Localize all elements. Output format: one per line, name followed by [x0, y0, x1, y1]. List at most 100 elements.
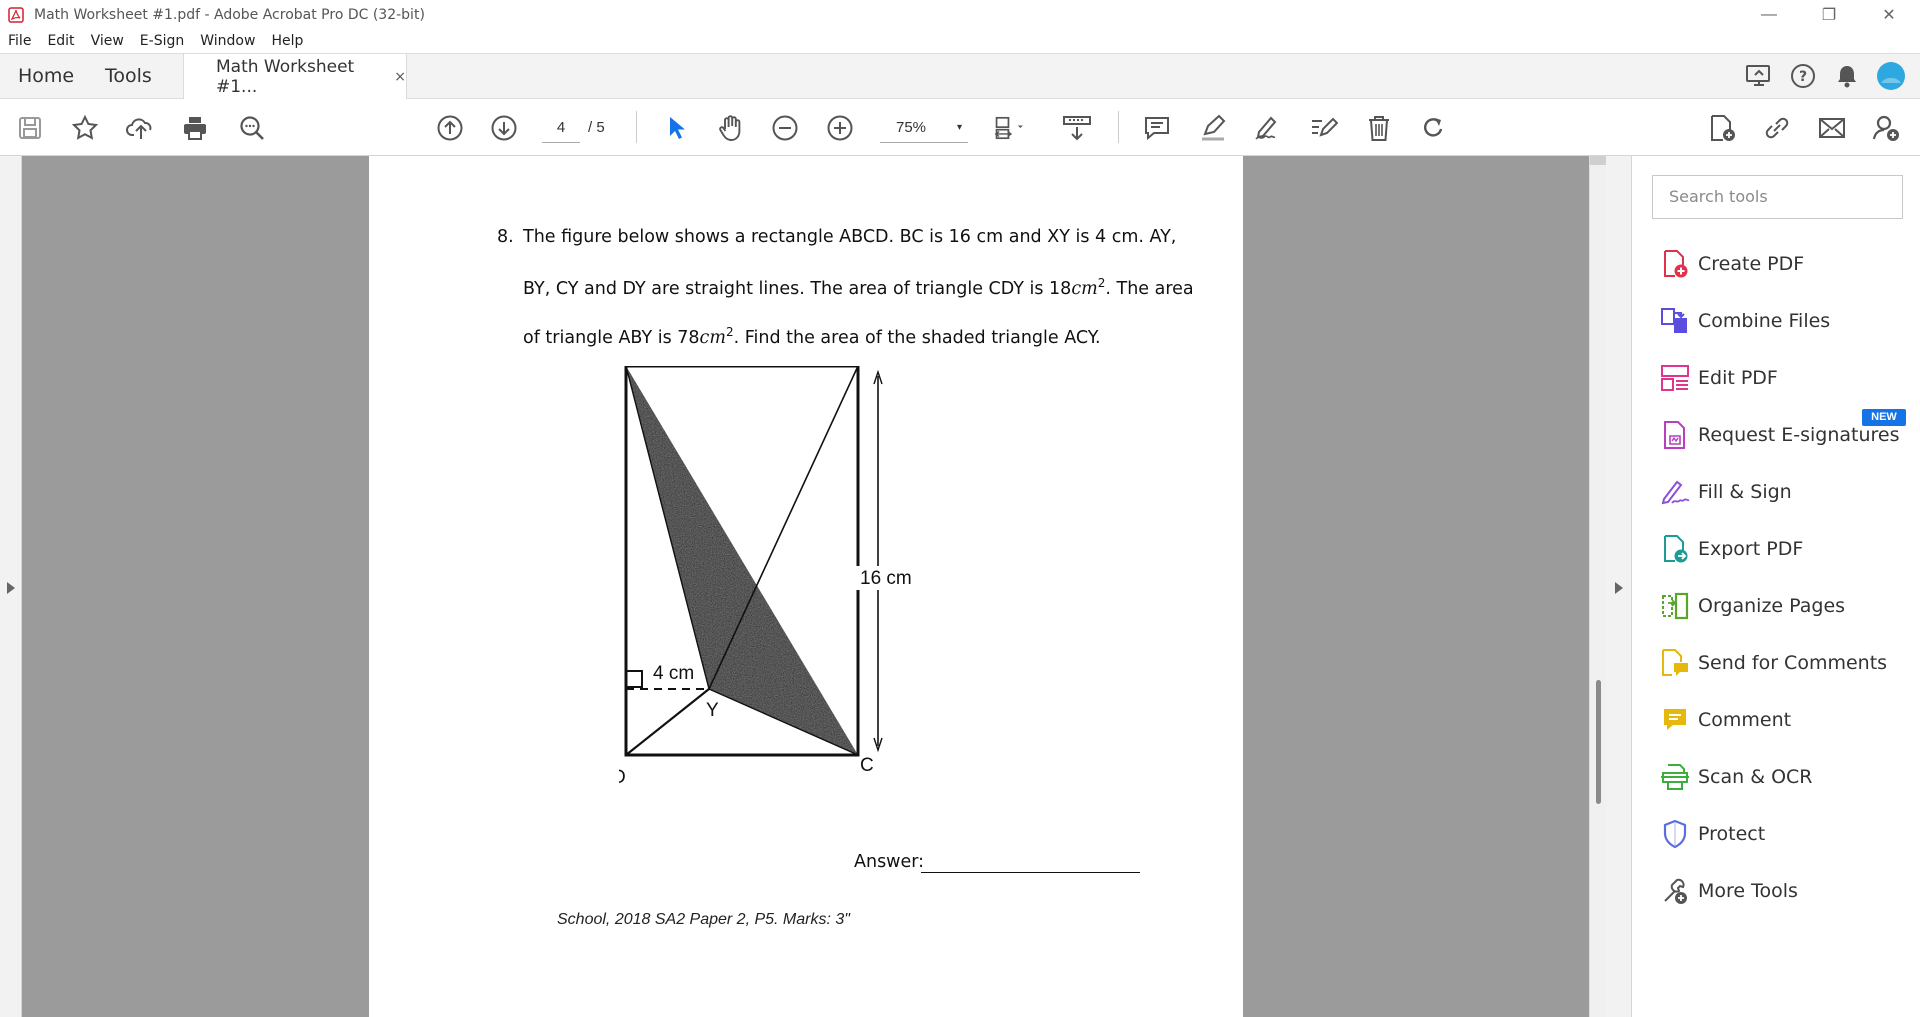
label-b: B [859, 366, 872, 369]
vertical-scrollbar[interactable] [1589, 156, 1607, 1017]
protect-icon [1660, 819, 1690, 849]
bookmark-star-icon[interactable] [68, 111, 102, 145]
tool-label: Edit PDF [1698, 367, 1778, 389]
tool-create-pdf[interactable]: Create PDF [1660, 244, 1910, 284]
label-bc-length: 16 cm [860, 568, 912, 589]
question-line-1: The figure below shows a rectangle ABCD.… [523, 227, 1177, 247]
tool-organize-pages[interactable]: Organize Pages [1660, 586, 1910, 626]
more-tools-icon [1660, 876, 1690, 906]
menu-edit[interactable]: Edit [47, 33, 74, 49]
search-zoom-icon[interactable] [235, 111, 269, 145]
user-avatar[interactable] [1876, 61, 1906, 91]
organize-pages-icon [1660, 591, 1690, 621]
share-screen-icon[interactable] [1744, 61, 1774, 91]
collapse-right-pane-icon[interactable] [1615, 582, 1623, 594]
tool-protect[interactable]: Protect [1660, 814, 1910, 854]
upload-cloud-icon[interactable] [124, 111, 158, 145]
zoom-out-icon[interactable] [768, 111, 802, 145]
tool-send-for-comments[interactable]: Send for Comments [1660, 643, 1910, 683]
geometry-figure: A B C D X Y 16 cm 4 cm [619, 366, 915, 786]
add-user-icon[interactable] [1869, 111, 1903, 145]
restore-button[interactable]: ❐ [1800, 0, 1858, 29]
tool-label: Organize Pages [1698, 595, 1846, 617]
create-pdf-icon [1660, 249, 1690, 279]
create-pdf-toolbar-icon[interactable] [1705, 111, 1739, 145]
combine-files-icon [1660, 306, 1690, 336]
next-page-icon[interactable] [487, 111, 521, 145]
tool-label: Protect [1698, 823, 1766, 845]
scroll-mode-icon[interactable] [1060, 111, 1094, 145]
window-title: Math Worksheet #1.pdf - Adobe Acrobat Pr… [34, 6, 425, 23]
tool-fill-sign[interactable]: Fill & Sign [1660, 472, 1910, 512]
tool-label: Request E-signatures [1698, 424, 1900, 446]
previous-page-icon[interactable] [433, 111, 467, 145]
answer-blank-line [921, 872, 1140, 873]
close-tab-icon[interactable]: × [394, 69, 406, 85]
tool-label: Comment [1698, 709, 1792, 731]
expand-left-pane-icon[interactable] [7, 582, 15, 594]
edit-pdf-icon [1660, 363, 1690, 393]
close-window-button[interactable]: ✕ [1860, 0, 1918, 29]
share-link-icon[interactable] [1760, 111, 1794, 145]
print-icon[interactable] [178, 111, 212, 145]
notifications-bell-icon[interactable] [1832, 61, 1862, 91]
hand-tool-icon[interactable] [714, 111, 748, 145]
zoom-level-select[interactable]: 75% ▾ [880, 113, 968, 143]
tool-request-esignatures[interactable]: Request E-signatures [1660, 415, 1910, 455]
document-tab-label: Math Worksheet #1... [216, 56, 355, 97]
search-tools-input[interactable]: Search tools [1652, 175, 1903, 219]
help-icon[interactable]: ? [1788, 61, 1818, 91]
toolbar-divider [636, 111, 637, 143]
page-total-label: / 5 [588, 119, 605, 136]
menu-esign[interactable]: E-Sign [140, 33, 184, 49]
tool-label: Send for Comments [1698, 652, 1888, 674]
send-comments-icon [1660, 648, 1690, 678]
tab-document[interactable]: Math Worksheet #1... × [183, 54, 407, 99]
page-layout-icon[interactable] [994, 111, 1028, 145]
menu-file[interactable]: File [8, 33, 31, 49]
main-toolbar: 4 / 5 75% ▾ [0, 99, 1920, 156]
tab-tools[interactable]: Tools [105, 54, 152, 98]
title-bar: Math Worksheet #1.pdf - Adobe Acrobat Pr… [0, 0, 1920, 29]
menu-view[interactable]: View [91, 33, 124, 49]
tool-edit-pdf[interactable]: Edit PDF [1660, 358, 1910, 398]
toolbar-divider [1118, 111, 1119, 143]
email-icon[interactable] [1815, 111, 1849, 145]
tool-more-tools[interactable]: More Tools [1660, 871, 1910, 911]
tool-label: More Tools [1698, 880, 1798, 902]
export-pdf-icon [1660, 534, 1690, 564]
chevron-down-icon: ▾ [956, 122, 962, 133]
save-icon[interactable] [13, 111, 47, 145]
minimize-button[interactable]: — [1740, 0, 1798, 29]
tool-export-pdf[interactable]: Export PDF [1660, 529, 1910, 569]
question-line-3: of triangle ABY is 78cm2. Find the area … [523, 325, 1101, 348]
tool-comment[interactable]: Comment [1660, 700, 1910, 740]
tab-home[interactable]: Home [18, 54, 74, 98]
add-comment-icon[interactable] [1140, 111, 1174, 145]
left-pane-toggle[interactable] [0, 156, 22, 1017]
menu-help[interactable]: Help [271, 33, 303, 49]
tool-combine-files[interactable]: Combine Files [1660, 301, 1910, 341]
right-pane-toggle[interactable] [1606, 156, 1632, 1017]
edit-text-icon[interactable] [1306, 111, 1340, 145]
pdf-page: 8. The figure below shows a rectangle AB… [369, 156, 1243, 1017]
scrollbar-thumb[interactable] [1596, 680, 1601, 804]
page-number-input[interactable]: 4 [542, 113, 580, 143]
tool-scan-ocr[interactable]: Scan & OCR [1660, 757, 1910, 797]
rotate-icon[interactable] [1416, 111, 1450, 145]
tool-label: Fill & Sign [1698, 481, 1792, 503]
tool-label: Create PDF [1698, 253, 1805, 275]
answer-label: Answer: [854, 852, 925, 872]
shaded-triangle-acy-fill [626, 366, 858, 755]
menu-window[interactable]: Window [200, 33, 255, 49]
highlight-pen-icon[interactable] [1196, 111, 1230, 145]
tool-label: Export PDF [1698, 538, 1804, 560]
select-cursor-icon[interactable] [659, 111, 693, 145]
scan-ocr-icon [1660, 762, 1690, 792]
tool-label: Scan & OCR [1698, 766, 1813, 788]
document-viewport[interactable]: 8. The figure below shows a rectangle AB… [0, 156, 1632, 1017]
draw-sign-icon[interactable] [1251, 111, 1285, 145]
question-line-2: BY, CY and DY are straight lines. The ar… [523, 276, 1194, 299]
delete-trash-icon[interactable] [1362, 111, 1396, 145]
zoom-in-icon[interactable] [823, 111, 857, 145]
